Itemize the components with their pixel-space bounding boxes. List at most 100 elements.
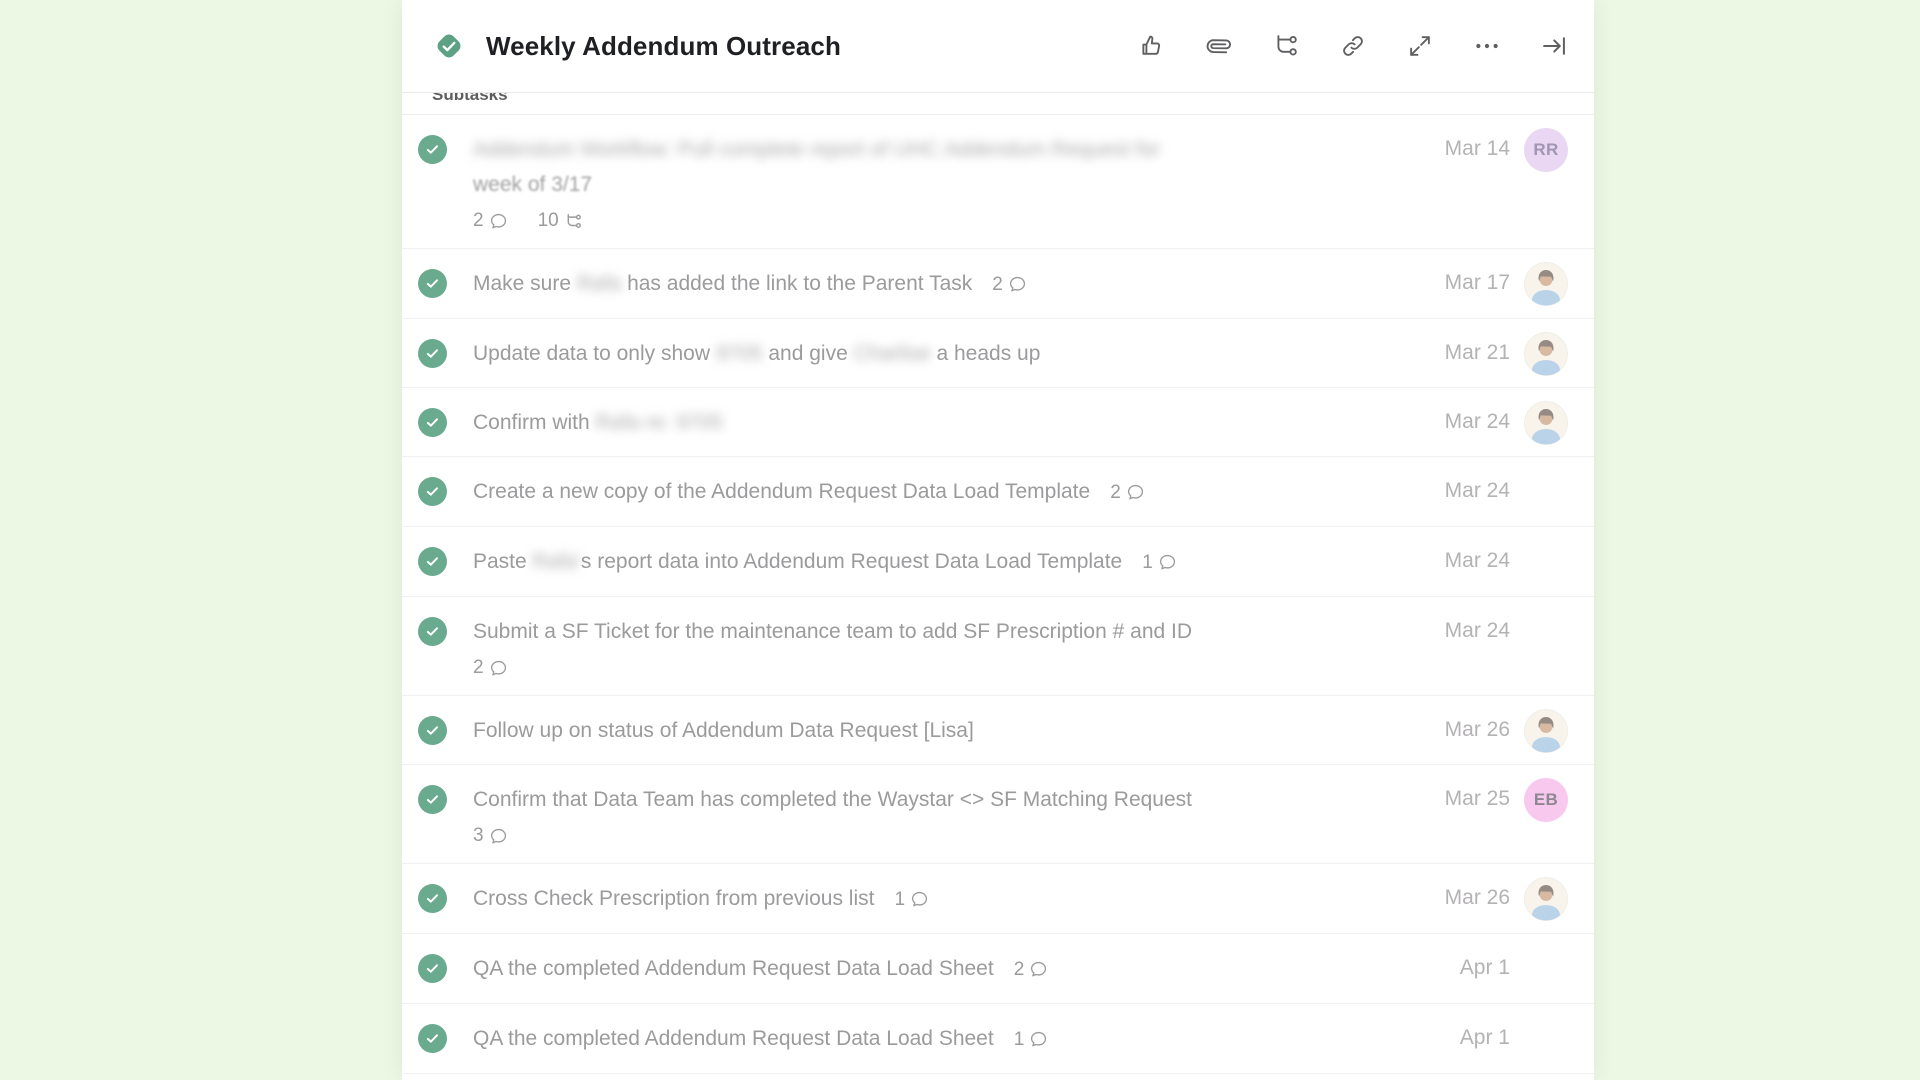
subtask-row[interactable]: QA the completed Addendum Request Data L… bbox=[402, 934, 1594, 1004]
subtask-title: Update data to only show 9705 and give C… bbox=[473, 319, 1406, 387]
user-photo-avatar bbox=[1524, 709, 1568, 753]
comment-count: 2 bbox=[1110, 475, 1145, 510]
completed-check-icon bbox=[425, 142, 440, 157]
assignee-avatar-slot bbox=[1524, 947, 1568, 991]
assignee-avatar-slot bbox=[1524, 877, 1568, 921]
assignee-avatar-slot bbox=[1524, 332, 1568, 376]
user-photo-avatar bbox=[1524, 401, 1568, 445]
redacted-text: Rafa' bbox=[533, 550, 581, 573]
comment-count: 1 bbox=[1142, 545, 1177, 580]
redacted-text: Rafa bbox=[577, 272, 621, 295]
comment-count: 2 bbox=[473, 210, 508, 232]
due-date: Mar 17 bbox=[1426, 249, 1510, 295]
subtask-row[interactable]: Update data to only show 9705 and give C… bbox=[402, 319, 1594, 388]
thumbs-up-icon[interactable] bbox=[1138, 32, 1166, 60]
subtask-count-icon bbox=[564, 212, 583, 231]
due-date: Apr 1 bbox=[1426, 934, 1510, 980]
completed-check-icon bbox=[425, 961, 440, 976]
subtask-title: Addendum Workflow: Pull complete report … bbox=[473, 115, 1406, 248]
comment-bubble-icon bbox=[1126, 483, 1145, 502]
assignee-avatar-slot bbox=[1524, 610, 1568, 654]
subtask-row[interactable]: Submit a SF Ticket for the maintenance t… bbox=[402, 597, 1594, 696]
subtask-row[interactable]: Cross Check Prescription from previous l… bbox=[402, 864, 1594, 934]
subtask-title: Create a new copy of the Addendum Reques… bbox=[473, 457, 1406, 526]
subtask-complete-check[interactable] bbox=[418, 408, 447, 437]
subtask-row[interactable]: Follow up on status of Addendum Data Req… bbox=[402, 696, 1594, 765]
subtask-row[interactable]: Confirm with Rafa re: 9705Mar 24 bbox=[402, 388, 1594, 457]
subtask-title: QA the completed Addendum Request Data L… bbox=[473, 934, 1406, 1003]
subtask-complete-check[interactable] bbox=[418, 339, 447, 368]
subtask-complete-check[interactable] bbox=[418, 269, 447, 298]
completed-check-icon bbox=[425, 1031, 440, 1046]
completed-check-icon bbox=[425, 276, 440, 291]
completed-check-icon bbox=[425, 415, 440, 430]
subtask-row[interactable]: Confirm that Data Team has completed the… bbox=[402, 765, 1594, 864]
comment-count: 2 bbox=[992, 267, 1027, 302]
subtask-meta: 2 bbox=[473, 657, 1406, 679]
subtask-row[interactable]: Create a new copy of the Addendum Reques… bbox=[402, 457, 1594, 527]
comment-bubble-icon bbox=[489, 212, 508, 231]
subtasks-scroll-area[interactable]: Subtasks Addendum Workflow: Pull complet… bbox=[402, 93, 1594, 1080]
completed-check-icon bbox=[425, 624, 440, 639]
subtask-complete-check[interactable] bbox=[418, 954, 447, 983]
due-date: Mar 25 bbox=[1426, 765, 1510, 811]
due-date: Mar 26 bbox=[1426, 696, 1510, 742]
assignee-avatar-slot bbox=[1524, 262, 1568, 306]
subtask-title: Make sure Rafa has added the link to the… bbox=[473, 249, 1406, 318]
subtask-complete-check[interactable] bbox=[418, 716, 447, 745]
completed-check-icon bbox=[425, 484, 440, 499]
subtask-title: Cross Check Prescription from previous l… bbox=[473, 864, 1406, 933]
comment-bubble-icon bbox=[489, 659, 508, 678]
subtask-count: 10 bbox=[538, 210, 583, 232]
subtask-complete-check[interactable] bbox=[418, 477, 447, 506]
paperclip-icon[interactable] bbox=[1205, 32, 1233, 60]
redacted-text: Addendum Workflow: Pull complete report … bbox=[473, 138, 1160, 161]
subtask-title: Submit a SF Ticket for the maintenance t… bbox=[473, 597, 1406, 695]
completed-check-icon bbox=[425, 792, 440, 807]
subtask-complete-check[interactable] bbox=[418, 135, 447, 164]
comment-count: 2 bbox=[473, 657, 508, 679]
comment-bubble-icon bbox=[1158, 553, 1177, 572]
subtasks-list: Addendum Workflow: Pull complete report … bbox=[402, 115, 1594, 1074]
subtask-row[interactable]: Addendum Workflow: Pull complete report … bbox=[402, 115, 1594, 249]
due-date: Apr 1 bbox=[1426, 1004, 1510, 1050]
redacted-text: Charlise bbox=[854, 342, 931, 365]
assignee-avatar: EB bbox=[1524, 778, 1568, 822]
due-date: Mar 24 bbox=[1426, 597, 1510, 643]
redacted-text: 9705 bbox=[716, 342, 763, 365]
collapse-right-icon[interactable] bbox=[1540, 32, 1568, 60]
task-title: Weekly Addendum Outreach bbox=[486, 31, 841, 62]
ellipsis-icon[interactable] bbox=[1473, 32, 1501, 60]
comment-count: 1 bbox=[1014, 1022, 1049, 1057]
task-complete-check-icon[interactable] bbox=[432, 29, 466, 63]
subtask-complete-check[interactable] bbox=[418, 785, 447, 814]
assignee-avatar-slot bbox=[1524, 470, 1568, 514]
user-photo-avatar bbox=[1524, 877, 1568, 921]
completed-check-icon bbox=[425, 723, 440, 738]
due-date: Mar 26 bbox=[1426, 864, 1510, 910]
assignee-avatar-slot bbox=[1524, 401, 1568, 445]
completed-check-icon bbox=[425, 554, 440, 569]
comment-bubble-icon bbox=[1008, 275, 1027, 294]
subtask-complete-check[interactable] bbox=[418, 1024, 447, 1053]
subtask-icon[interactable] bbox=[1272, 32, 1300, 60]
user-photo-avatar bbox=[1524, 262, 1568, 306]
user-photo-avatar bbox=[1524, 332, 1568, 376]
assignee-avatar: RR bbox=[1524, 128, 1568, 172]
subtask-complete-check[interactable] bbox=[418, 617, 447, 646]
link-icon[interactable] bbox=[1339, 32, 1367, 60]
comment-count: 1 bbox=[894, 882, 929, 917]
subtask-title: Follow up on status of Addendum Data Req… bbox=[473, 696, 1406, 764]
expand-icon[interactable] bbox=[1406, 32, 1434, 60]
subtask-row[interactable]: QA the completed Addendum Request Data L… bbox=[402, 1004, 1594, 1074]
subtask-complete-check[interactable] bbox=[418, 884, 447, 913]
subtask-row[interactable]: Make sure Rafa has added the link to the… bbox=[402, 249, 1594, 319]
comment-count: 3 bbox=[473, 825, 508, 847]
due-date: Mar 24 bbox=[1426, 388, 1510, 434]
subtask-title: Confirm that Data Team has completed the… bbox=[473, 765, 1406, 863]
assignee-avatar-slot bbox=[1524, 540, 1568, 584]
due-date: Mar 24 bbox=[1426, 457, 1510, 503]
subtask-row[interactable]: Paste Rafa's report data into Addendum R… bbox=[402, 527, 1594, 597]
subtask-complete-check[interactable] bbox=[418, 547, 447, 576]
header-actions bbox=[1138, 32, 1568, 60]
